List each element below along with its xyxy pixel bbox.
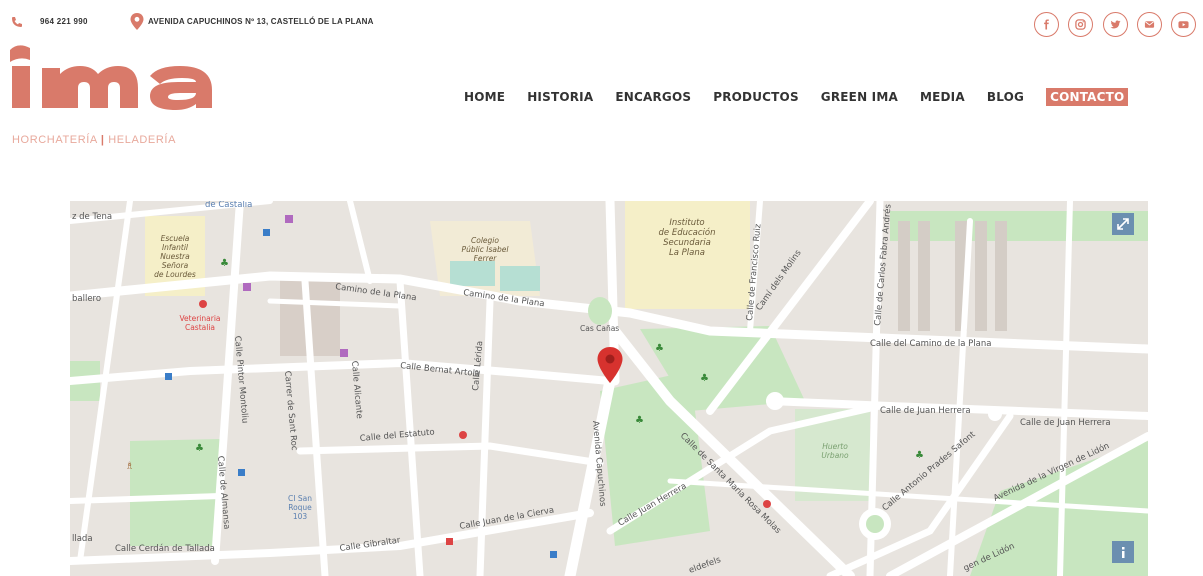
ima-logo[interactable] xyxy=(10,38,230,118)
youtube-icon[interactable] xyxy=(1171,12,1196,37)
map-label-line: Señora xyxy=(162,261,189,270)
location-pin-icon xyxy=(130,13,144,30)
map-label-line: Huerto xyxy=(822,442,848,451)
map-label: de Castalia xyxy=(205,201,252,210)
logo-tagline: HORCHATERÍA | HELADERÍA xyxy=(12,134,176,146)
tagline-horchateria: HORCHATERÍA xyxy=(12,134,98,146)
info-icon xyxy=(1122,547,1125,558)
map-label-line: Veterinaria xyxy=(180,314,221,323)
map-label: Calle de Juan Herrera xyxy=(1020,418,1111,428)
instagram-icon[interactable] xyxy=(1068,12,1093,37)
park-area xyxy=(130,439,220,546)
nav-contacto[interactable]: CONTACTO xyxy=(1046,88,1129,106)
main-nav: HOME HISTORIA ENCARGOS PRODUCTOS GREEN I… xyxy=(464,88,1129,106)
map-label: Calle de Juan Herrera xyxy=(880,406,971,416)
svg-text:♗: ♗ xyxy=(125,461,134,472)
location-map[interactable]: de Castalia z de Tena ballero Camino de … xyxy=(70,201,1148,576)
svg-text:♣: ♣ xyxy=(915,450,924,461)
nav-blog[interactable]: BLOG xyxy=(987,90,1024,104)
map-label-line: Nuestra xyxy=(160,252,190,261)
nav-home[interactable]: HOME xyxy=(464,90,505,104)
map-info-button[interactable] xyxy=(1112,541,1134,563)
svg-text:♣: ♣ xyxy=(700,373,709,384)
map-label: Calle del Camino de la Plana xyxy=(870,339,991,349)
nav-productos[interactable]: PRODUCTOS xyxy=(713,90,799,104)
svg-text:♣: ♣ xyxy=(220,258,229,269)
map-label-line: La Plana xyxy=(669,248,705,258)
map-label-line: Ferrer xyxy=(474,254,498,263)
facebook-icon[interactable] xyxy=(1034,12,1059,37)
top-bar: 964 221 990 AVENIDA CAPUCHINOS Nº 13, CA… xyxy=(0,0,1203,40)
nav-media[interactable]: MEDIA xyxy=(920,90,965,104)
map-label: ballero xyxy=(72,294,101,304)
phone-number[interactable]: 964 221 990 xyxy=(40,17,88,26)
svg-text:♣: ♣ xyxy=(635,415,644,426)
email-icon[interactable] xyxy=(1137,12,1162,37)
map-label: Calle Cerdán de Tallada xyxy=(115,544,215,554)
map-label: Cas Cañas xyxy=(580,324,619,333)
svg-text:♣: ♣ xyxy=(655,343,664,354)
nav-historia[interactable]: HISTORIA xyxy=(527,90,593,104)
map-label-line: Infantil xyxy=(162,243,189,252)
map-label-line: Escuela xyxy=(161,234,190,243)
address-text: AVENIDA CAPUCHINOS Nº 13, CASTELLÓ DE LA… xyxy=(148,17,374,26)
map-label-line: Roque xyxy=(288,503,312,512)
map-label-line: Urbano xyxy=(821,451,849,460)
nav-green-ima[interactable]: GREEN IMA xyxy=(821,90,898,104)
location-marker-icon[interactable] xyxy=(597,347,623,383)
map-label-line: 103 xyxy=(293,512,308,521)
map-label: z de Tena xyxy=(72,212,112,222)
map-label-line: de Lourdes xyxy=(154,270,196,279)
tagline-separator: | xyxy=(100,134,105,146)
fullscreen-button[interactable] xyxy=(1112,213,1134,235)
svg-text:♣: ♣ xyxy=(195,443,204,454)
map-label-line: Públic Isabel xyxy=(462,245,510,254)
map-label-line: Colegio xyxy=(471,236,499,245)
phone-icon xyxy=(12,17,22,27)
expand-icon xyxy=(1117,218,1129,230)
map-label-line: Instituto xyxy=(669,218,704,228)
map-label-line: CI San xyxy=(288,494,312,503)
twitter-icon[interactable] xyxy=(1103,12,1128,37)
map-label-veterinaria: Veterinaria Castalia xyxy=(180,314,221,332)
nav-encargos[interactable]: ENCARGOS xyxy=(615,90,691,104)
tagline-heladeria: HELADERÍA xyxy=(108,134,177,146)
map-label-line: Secundaria xyxy=(663,238,711,248)
map-label-line: Castalia xyxy=(185,323,215,332)
map-label-line: de Educación xyxy=(659,227,716,238)
map-label: llada xyxy=(72,534,93,544)
map-label-huerto: Huerto Urbano xyxy=(821,442,849,460)
